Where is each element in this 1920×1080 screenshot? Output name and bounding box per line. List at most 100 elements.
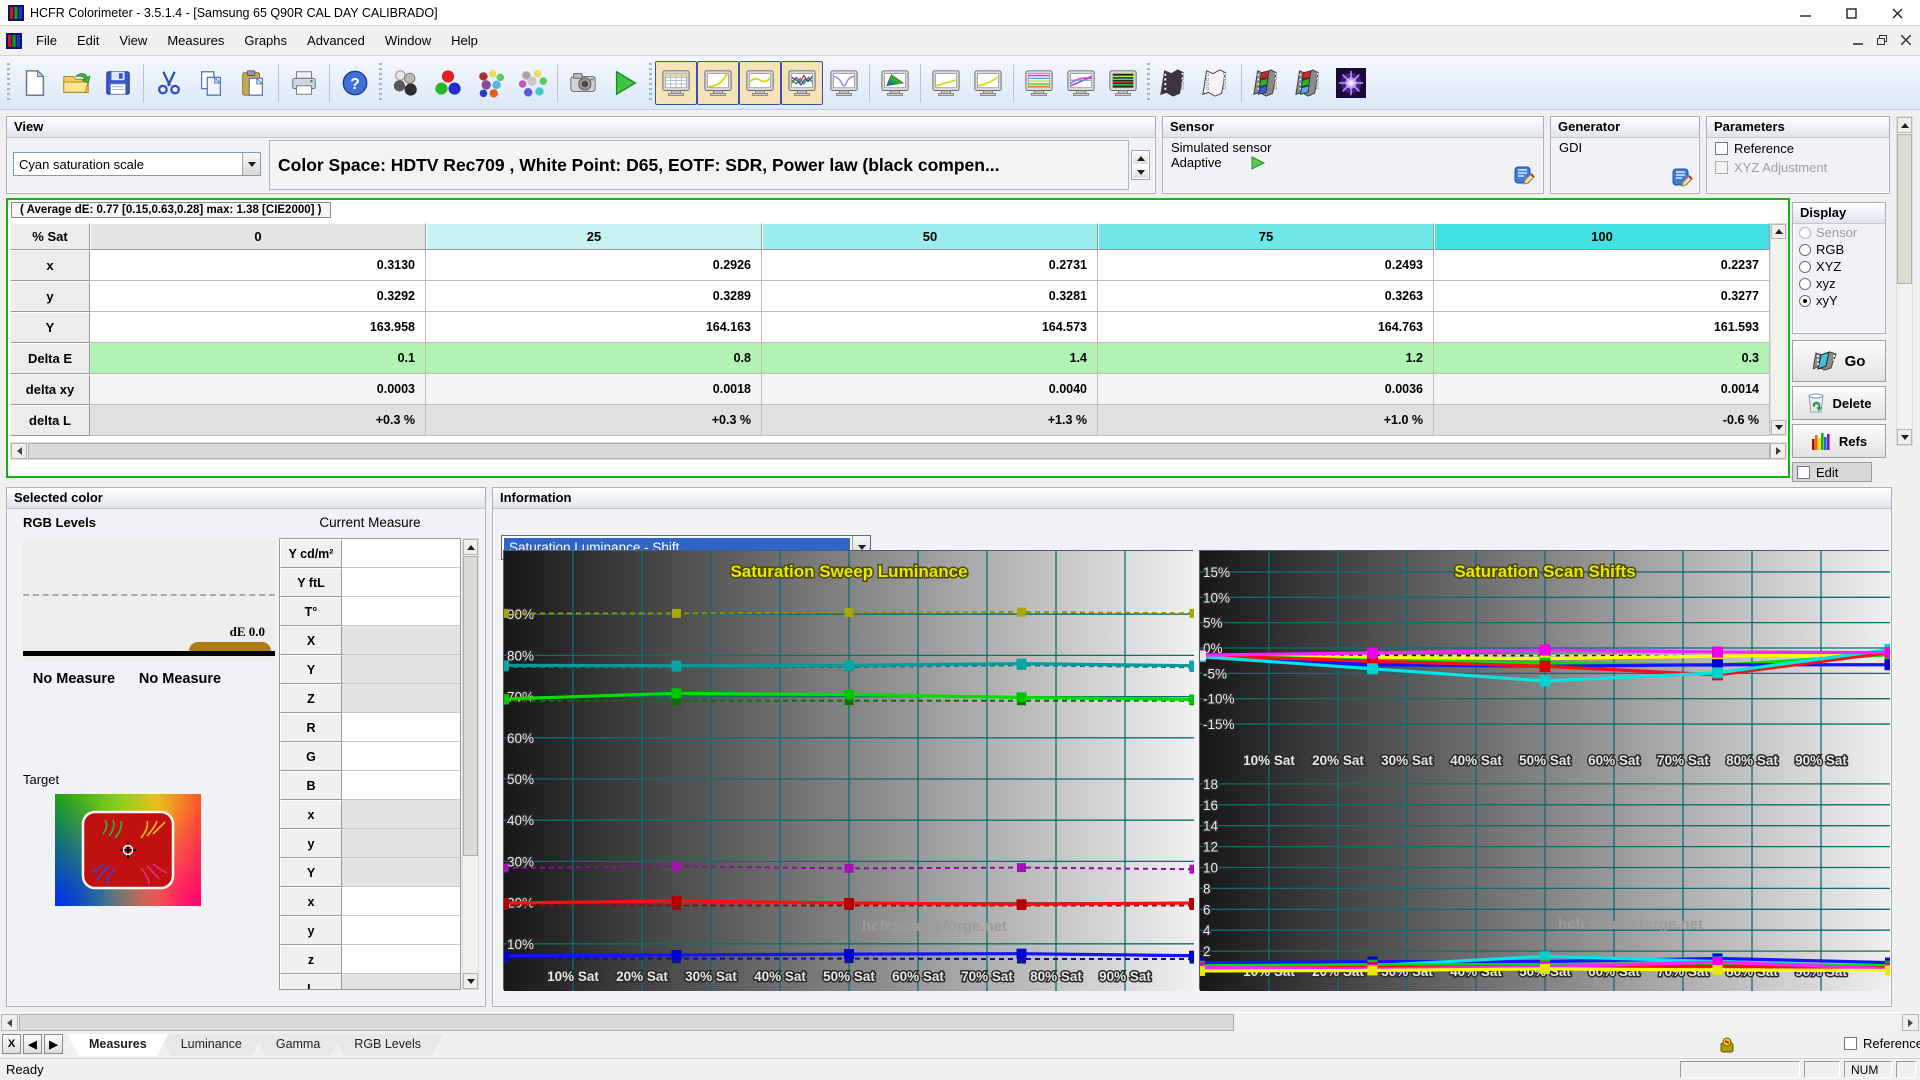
colorspace-spinner[interactable] [1131,150,1150,180]
radio-button[interactable] [1799,294,1811,307]
menu-item-help[interactable]: Help [441,29,488,52]
menu-item-view[interactable]: View [109,29,157,52]
measure-vertical-scrollbar[interactable] [462,538,479,990]
edit-checkbox[interactable] [1797,465,1810,479]
mdi-minimize-button[interactable] [1848,30,1868,50]
film-measures-button[interactable] [1153,61,1195,105]
view-measures-button[interactable] [655,60,697,105]
close-button[interactable] [1874,0,1920,26]
toolbar-grip[interactable] [7,62,10,103]
view-luminance-button[interactable] [739,60,781,105]
tab-next-button[interactable]: ▶ [44,1034,63,1054]
measure-scroll-down-button[interactable] [463,973,478,989]
measure-scrollbar-thumb[interactable] [463,556,478,856]
view-nearwhite-button[interactable] [967,61,1009,105]
reference-checkbox-row[interactable]: Reference [1715,141,1881,156]
copy-button[interactable] [190,61,232,105]
measure-scroll-up-button[interactable] [463,539,478,555]
main-scroll-left-button[interactable] [1,1014,18,1031]
film-free-button[interactable] [1195,61,1237,105]
view-nearblack-button[interactable] [925,61,967,105]
effects-button[interactable] [1330,61,1372,105]
toolbar-grip[interactable] [1147,62,1150,103]
generator-config-icon[interactable] [1671,166,1693,188]
main-scroll-right-button[interactable] [1902,1014,1919,1031]
edit-toggle[interactable]: Edit [1792,462,1872,482]
measure-all-button[interactable] [511,61,553,105]
minimize-button[interactable] [1782,0,1828,26]
menu-item-file[interactable]: File [26,29,67,52]
view-sat-shift-button[interactable] [1018,61,1060,105]
radio-button[interactable] [1799,243,1811,256]
go-button[interactable]: Go [1792,340,1886,382]
main-hscroll-thumb[interactable] [19,1014,1234,1031]
table-scroll-left-button[interactable] [11,443,27,459]
view-neargray-button[interactable] [823,61,865,105]
cut-button[interactable] [148,61,190,105]
film-primaries-button[interactable] [1246,61,1288,105]
menu-item-edit[interactable]: Edit [67,29,109,52]
view-color-temp-button[interactable] [1060,61,1102,105]
tab-luminance[interactable]: Luminance [159,1034,264,1056]
toolbar-grip[interactable] [379,62,382,103]
sensor-run-icon[interactable] [1250,155,1266,170]
refs-button[interactable]: Refs [1792,424,1886,458]
menu-item-graphs[interactable]: Graphs [234,29,297,52]
menu-item-advanced[interactable]: Advanced [297,29,375,52]
mdi-close-button[interactable] [1896,30,1916,50]
mdi-restore-button[interactable] [1872,30,1892,50]
tab-prev-button[interactable]: ◀ [23,1034,42,1054]
view-scale-select[interactable]: Cyan saturation scale [13,152,261,176]
reference-toggle[interactable]: Reference [1844,1036,1920,1051]
main-horizontal-scrollbar[interactable] [0,1012,1920,1032]
menu-item-window[interactable]: Window [375,29,441,52]
measure-primaries-button[interactable] [427,61,469,105]
display-option-xyy[interactable]: xyY [1793,292,1885,309]
table-horizontal-scrollbar[interactable] [10,442,1787,460]
tab-close-button[interactable]: X [2,1034,21,1054]
tab-gamma[interactable]: Gamma [254,1034,342,1056]
resize-grip[interactable] [1896,1061,1916,1078]
print-button[interactable] [283,61,325,105]
bottom-reference-checkbox[interactable] [1844,1037,1857,1050]
radio-button[interactable] [1799,260,1811,273]
view-rgb-levels-button[interactable] [781,60,823,105]
target-color-map[interactable] [55,794,201,906]
maximize-button[interactable] [1828,0,1874,26]
toolbar-grip[interactable] [649,62,652,103]
table-scroll-right-button[interactable] [1770,443,1786,459]
radio-button[interactable] [1799,277,1811,290]
display-option-xyz[interactable]: XYZ [1793,258,1885,275]
scroll-up-button[interactable] [1897,117,1912,133]
scrollbar-thumb[interactable] [1897,134,1912,284]
paste-button[interactable] [232,61,274,105]
delete-button[interactable]: Delete [1792,386,1886,420]
table-scroll-up-button[interactable] [1771,224,1786,239]
measure-grayscale-button[interactable] [385,61,427,105]
top-vertical-scrollbar[interactable] [1896,116,1913,446]
tab-measures[interactable]: Measures [67,1034,169,1056]
capture-button[interactable] [562,61,604,105]
measure-secondaries-button[interactable] [469,61,511,105]
table-scroll-down-button[interactable] [1771,420,1786,435]
display-option-rgb[interactable]: RGB [1793,241,1885,258]
run-measures-button[interactable] [604,61,646,105]
open-file-button[interactable] [55,61,97,105]
film-secondaries-button[interactable] [1288,61,1330,105]
view-cie-chart-button[interactable] [874,61,916,105]
colorspace-summary[interactable]: Color Space: HDTV Rec709 , White Point: … [269,140,1129,190]
table-vertical-scrollbar[interactable] [1770,223,1787,436]
tab-rgb-levels[interactable]: RGB Levels [332,1034,443,1056]
display-option-xyz[interactable]: xyz [1793,275,1885,292]
new-file-button[interactable] [13,61,55,105]
view-scale-dropdown-button[interactable] [242,153,260,175]
menu-item-measures[interactable]: Measures [157,29,234,52]
save-button[interactable] [97,61,139,105]
table-hscroll-thumb[interactable] [28,443,1770,459]
spinner-up-button[interactable] [1132,151,1149,165]
help-button[interactable]: ? [334,61,376,105]
spinner-down-button[interactable] [1132,165,1149,179]
view-free-measures-button[interactable] [1102,61,1144,105]
scroll-down-button[interactable] [1897,429,1912,445]
sensor-config-icon[interactable] [1513,164,1535,186]
